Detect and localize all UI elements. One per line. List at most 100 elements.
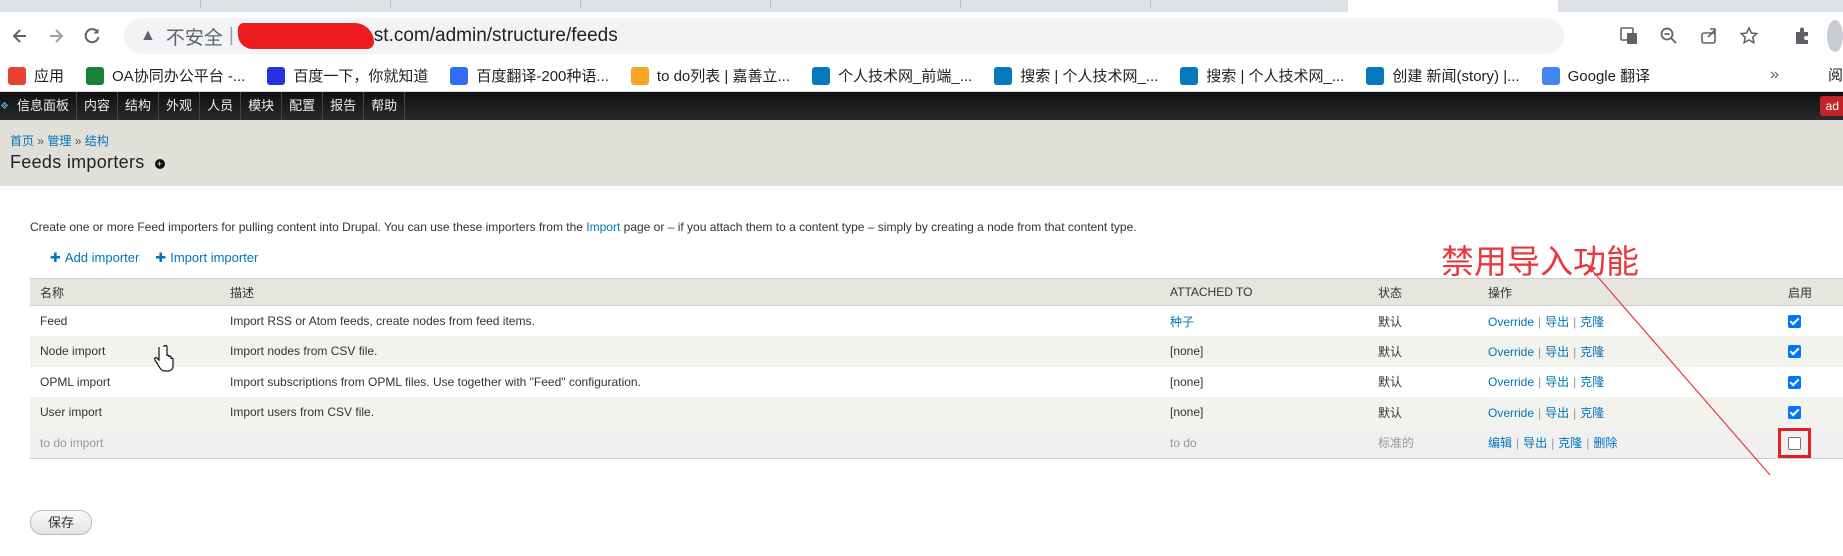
bookmark-item[interactable]: 百度一下，你就知道 bbox=[267, 65, 428, 86]
status-value: 默认 bbox=[1378, 375, 1403, 390]
bookmark-label: 应用 bbox=[34, 68, 65, 85]
bookmark-label: 百度一下，你就知道 bbox=[293, 68, 429, 85]
operation-separator: | bbox=[1586, 436, 1590, 451]
breadcrumb-structure[interactable]: 结构 bbox=[85, 134, 109, 148]
redaction-mark bbox=[237, 23, 374, 49]
admin-user-badge[interactable]: ad bbox=[1819, 96, 1843, 116]
admin-menu-item[interactable]: 帮助 bbox=[364, 92, 406, 120]
reading-list-icon[interactable]: 阅 bbox=[1828, 64, 1843, 85]
admin-menu-item[interactable]: 结构 bbox=[118, 92, 160, 120]
star-icon[interactable] bbox=[1733, 20, 1765, 52]
attached-to-value: [none] bbox=[1170, 405, 1204, 420]
importer-name: Node import bbox=[40, 344, 106, 359]
forward-icon[interactable] bbox=[38, 18, 74, 54]
importer-name: Feed bbox=[40, 314, 68, 328]
enabled-checkbox[interactable] bbox=[1788, 345, 1801, 359]
operation-link[interactable]: 克隆 bbox=[1580, 345, 1604, 359]
translate-icon[interactable] bbox=[1613, 20, 1645, 52]
plus-icon: ✚ bbox=[50, 250, 61, 265]
bookmark-item[interactable]: Google 翻译 bbox=[1541, 65, 1651, 86]
attached-to-value: [none] bbox=[1170, 344, 1204, 359]
breadcrumb-admin[interactable]: 管理 bbox=[47, 134, 71, 148]
share-icon[interactable] bbox=[1693, 20, 1725, 52]
page-title-text: Feeds importers bbox=[10, 152, 145, 172]
bookmark-label: Google 翻译 bbox=[1567, 68, 1651, 85]
bookmark-item[interactable]: 创建 新闻(story) |... bbox=[1366, 65, 1520, 86]
bookmark-item[interactable]: to do列表 | 嘉善立... bbox=[630, 65, 791, 86]
operation-link[interactable]: 编辑 bbox=[1488, 436, 1512, 450]
status-value: 默认 bbox=[1378, 344, 1403, 359]
save-button[interactable]: 保存 bbox=[30, 510, 92, 535]
drupal-logo-icon[interactable]: ❖ bbox=[0, 92, 10, 120]
drupal-drop-icon bbox=[812, 66, 831, 85]
status-value: 默认 bbox=[1378, 314, 1403, 329]
operation-link[interactable]: Override bbox=[1488, 345, 1534, 359]
extensions-icon[interactable] bbox=[1787, 20, 1819, 52]
operation-link[interactable]: Override bbox=[1488, 406, 1534, 420]
zoom-icon[interactable] bbox=[1653, 20, 1685, 52]
admin-menu-item[interactable]: 模块 bbox=[241, 92, 283, 120]
baidu-translate-icon bbox=[450, 66, 469, 85]
operation-link[interactable]: 克隆 bbox=[1580, 375, 1604, 389]
reload-icon[interactable] bbox=[74, 18, 110, 54]
admin-menu: ❖ 信息面板 内容 结构 外观 人员 模块 配置 报告 帮助 ad bbox=[0, 92, 1843, 120]
enabled-checkbox[interactable] bbox=[1788, 315, 1801, 329]
breadcrumb-home[interactable]: 首页 bbox=[10, 134, 34, 148]
importer-description: Import subscriptions from OPML files. Us… bbox=[230, 374, 641, 389]
admin-menu-item[interactable]: 外观 bbox=[159, 92, 201, 120]
operation-link[interactable]: 导出 bbox=[1545, 375, 1569, 389]
bookmark-item[interactable]: 搜索 | 个人技术网_... bbox=[1180, 65, 1344, 86]
drupal-drop-icon bbox=[994, 66, 1013, 85]
operation-link[interactable]: 导出 bbox=[1545, 406, 1569, 420]
address-bar[interactable]: ▲ 不安全 | st.com/admin/structure/feeds bbox=[124, 18, 1564, 54]
import-importer-action[interactable]: ✚ Import importer bbox=[155, 250, 258, 266]
profile-icon[interactable] bbox=[1827, 20, 1843, 52]
importer-description: Import nodes from CSV file. bbox=[230, 344, 378, 359]
operation-link[interactable]: 导出 bbox=[1545, 345, 1569, 359]
bookmark-item[interactable]: 百度翻译-200种语... bbox=[450, 65, 609, 86]
bookmark-label: 搜索 | 个人技术网_... bbox=[1020, 68, 1159, 85]
highlight-box bbox=[1778, 427, 1811, 458]
admin-menu-item[interactable]: 配置 bbox=[282, 92, 324, 120]
operation-link[interactable]: Override bbox=[1488, 315, 1534, 329]
operation-separator: | bbox=[1573, 344, 1577, 359]
attached-to-value[interactable]: 种子 bbox=[1170, 315, 1194, 329]
bookmark-item[interactable]: 个人技术网_前端_... bbox=[812, 65, 972, 86]
attached-to-value: to do bbox=[1170, 435, 1197, 450]
import-page-link[interactable]: Import bbox=[586, 220, 620, 234]
admin-menu-item[interactable]: 内容 bbox=[77, 92, 119, 120]
breadcrumb: 首页 » 管理 » 结构 bbox=[10, 132, 109, 149]
admin-menu-item[interactable]: 报告 bbox=[323, 92, 365, 120]
enabled-checkbox[interactable] bbox=[1788, 375, 1801, 389]
admin-menu-item[interactable]: 信息面板 bbox=[10, 92, 78, 120]
bookmark-item[interactable]: OA协同办公平台 -... bbox=[86, 65, 245, 86]
enabled-checkbox[interactable] bbox=[1788, 436, 1801, 450]
operation-separator: | bbox=[1538, 314, 1542, 329]
intro-before: Create one or more Feed importers for pu… bbox=[30, 220, 587, 234]
bookmark-item[interactable]: 搜索 | 个人技术网_... bbox=[994, 65, 1158, 86]
bookmark-label: 搜索 | 个人技术网_... bbox=[1206, 68, 1345, 85]
active-tab[interactable] bbox=[1348, 0, 1558, 12]
add-importer-action[interactable]: ✚ Add importer bbox=[50, 250, 139, 266]
baidu-paw-icon bbox=[267, 66, 286, 85]
operation-link[interactable]: 克隆 bbox=[1558, 436, 1582, 450]
bookmark-item[interactable]: 应用 bbox=[8, 65, 64, 86]
operation-link[interactable]: 克隆 bbox=[1580, 406, 1604, 420]
column-header-name[interactable]: 名称 bbox=[30, 278, 220, 306]
operation-link[interactable]: 删除 bbox=[1593, 436, 1617, 450]
bookmarks-more-icon[interactable]: » bbox=[1770, 66, 1779, 84]
back-icon[interactable] bbox=[2, 18, 38, 54]
import-importer-link[interactable]: Import importer bbox=[170, 250, 258, 265]
add-importer-link[interactable]: Add importer bbox=[65, 250, 139, 265]
bookmark-label: 创建 新闻(story) |... bbox=[1392, 68, 1520, 85]
operation-separator: | bbox=[1538, 405, 1542, 420]
operation-link[interactable]: Override bbox=[1488, 375, 1534, 389]
operation-link[interactable]: 克隆 bbox=[1580, 315, 1604, 329]
operation-link[interactable]: 导出 bbox=[1523, 436, 1547, 450]
add-shortcut-icon[interactable]: + bbox=[154, 159, 165, 169]
operation-link[interactable]: 导出 bbox=[1545, 315, 1569, 329]
admin-menu-item[interactable]: 人员 bbox=[200, 92, 242, 120]
enabled-checkbox[interactable] bbox=[1788, 406, 1801, 420]
page-header: 首页 » 管理 » 结构 Feeds importers + bbox=[0, 120, 1843, 186]
bookmark-label: to do列表 | 嘉善立... bbox=[656, 68, 791, 85]
